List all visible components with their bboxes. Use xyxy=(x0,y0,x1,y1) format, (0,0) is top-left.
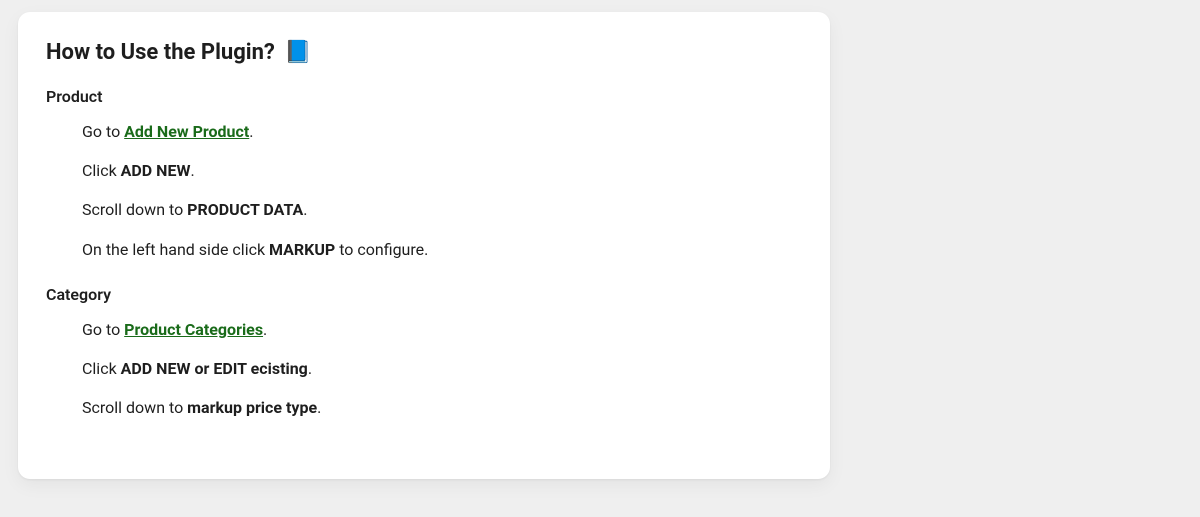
list-item: Scroll down to markup price type. xyxy=(82,396,802,419)
step-text: Go to xyxy=(82,122,124,141)
step-text: Click xyxy=(82,359,121,378)
instructions-card: How to Use the Plugin? 📘 Product Go to A… xyxy=(18,12,830,479)
step-text: Scroll down to xyxy=(82,200,187,219)
list-item: Scroll down to PRODUCT DATA. xyxy=(82,198,802,221)
step-text: . xyxy=(303,200,307,219)
step-text: . xyxy=(190,161,194,180)
category-heading: Category xyxy=(46,285,802,304)
list-item: Click ADD NEW or EDIT ecisting. xyxy=(82,357,802,380)
list-item: Click ADD NEW. xyxy=(82,159,802,182)
strong-text: PRODUCT DATA xyxy=(187,200,303,219)
strong-text: ADD NEW or EDIT ecisting xyxy=(121,359,308,378)
step-text: . xyxy=(317,398,321,417)
step-text: Scroll down to xyxy=(82,398,187,417)
add-new-product-link[interactable]: Add New Product xyxy=(124,122,249,141)
list-item: On the left hand side click MARKUP to co… xyxy=(82,238,802,261)
product-steps: Go to Add New Product. Click ADD NEW. Sc… xyxy=(46,120,802,261)
category-section: Category Go to Product Categories. Click… xyxy=(46,285,802,420)
title-text: How to Use the Plugin? xyxy=(46,40,275,65)
step-text: On the left hand side click xyxy=(82,240,269,259)
book-icon: 📘 xyxy=(284,40,311,65)
list-item: Go to Product Categories. xyxy=(82,318,802,341)
list-item: Go to Add New Product. xyxy=(82,120,802,143)
category-steps: Go to Product Categories. Click ADD NEW … xyxy=(46,318,802,420)
strong-text: markup price type xyxy=(187,398,317,417)
step-text: . xyxy=(308,359,312,378)
product-section: Product Go to Add New Product. Click ADD… xyxy=(46,87,802,261)
product-categories-link[interactable]: Product Categories xyxy=(124,320,263,339)
strong-text: ADD NEW xyxy=(121,161,191,180)
step-text: . xyxy=(249,122,253,141)
product-heading: Product xyxy=(46,87,802,106)
step-text: Go to xyxy=(82,320,124,339)
page-title: How to Use the Plugin? 📘 xyxy=(46,40,802,65)
step-text: Click xyxy=(82,161,121,180)
strong-text: MARKUP xyxy=(269,240,335,259)
step-text: . xyxy=(263,320,267,339)
step-text: to configure. xyxy=(335,240,428,259)
